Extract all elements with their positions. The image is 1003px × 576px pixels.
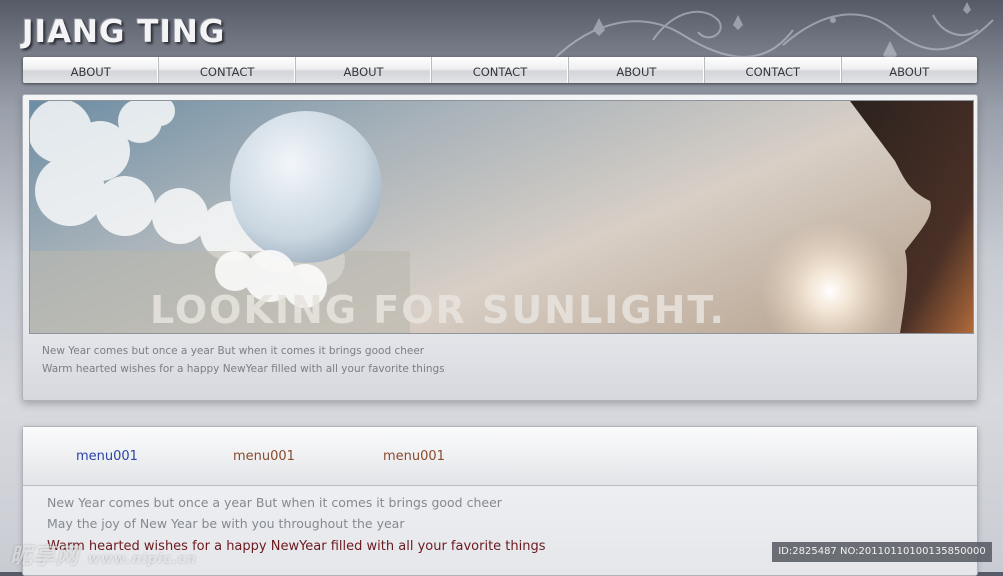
- watermark-brand: 昵享网: [10, 544, 80, 569]
- hero-caption-line2: Warm hearted wishes for a happy NewYear …: [42, 363, 445, 375]
- nav-item-contact-2[interactable]: CONTACT: [432, 57, 569, 83]
- tab-menu001-3[interactable]: menu001: [383, 449, 445, 464]
- main-nav: ABOUT CONTACT ABOUT CONTACT ABOUT CONTAC…: [23, 57, 977, 83]
- watermark-url: www.nipic.cn: [87, 552, 197, 567]
- nav-item-about-1[interactable]: ABOUT: [23, 57, 160, 83]
- site-title: JIANG TING: [22, 14, 226, 50]
- content-text-line2: May the joy of New Year be with you thro…: [47, 516, 405, 531]
- content-text-line1: New Year comes but once a year But when …: [47, 495, 502, 510]
- hero-banner-image: LOOKING FOR SUNLIGHT.: [29, 100, 974, 334]
- nav-item-about-4[interactable]: ABOUT: [842, 57, 977, 83]
- tab-menu001-2[interactable]: menu001: [233, 449, 295, 464]
- image-id-badge: ID:2825487 NO:20110110100135850000: [772, 542, 992, 562]
- nav-item-contact-3[interactable]: CONTACT: [705, 57, 842, 83]
- hero-panel: LOOKING FOR SUNLIGHT. New Year comes but…: [22, 94, 978, 401]
- watermark-logo: 昵享网 www.nipic.cn: [10, 538, 197, 570]
- nav-item-about-3[interactable]: ABOUT: [569, 57, 706, 83]
- tab-menu001-1[interactable]: menu001: [76, 449, 138, 464]
- hero-banner-text: LOOKING FOR SUNLIGHT.: [150, 288, 726, 332]
- nav-item-contact-1[interactable]: CONTACT: [159, 57, 296, 83]
- content-tabbar: menu001 menu001 menu001: [23, 427, 977, 486]
- hero-scene-illustration: LOOKING FOR SUNLIGHT.: [30, 101, 973, 333]
- hero-caption-line1: New Year comes but once a year But when …: [42, 345, 425, 357]
- nav-item-about-2[interactable]: ABOUT: [296, 57, 433, 83]
